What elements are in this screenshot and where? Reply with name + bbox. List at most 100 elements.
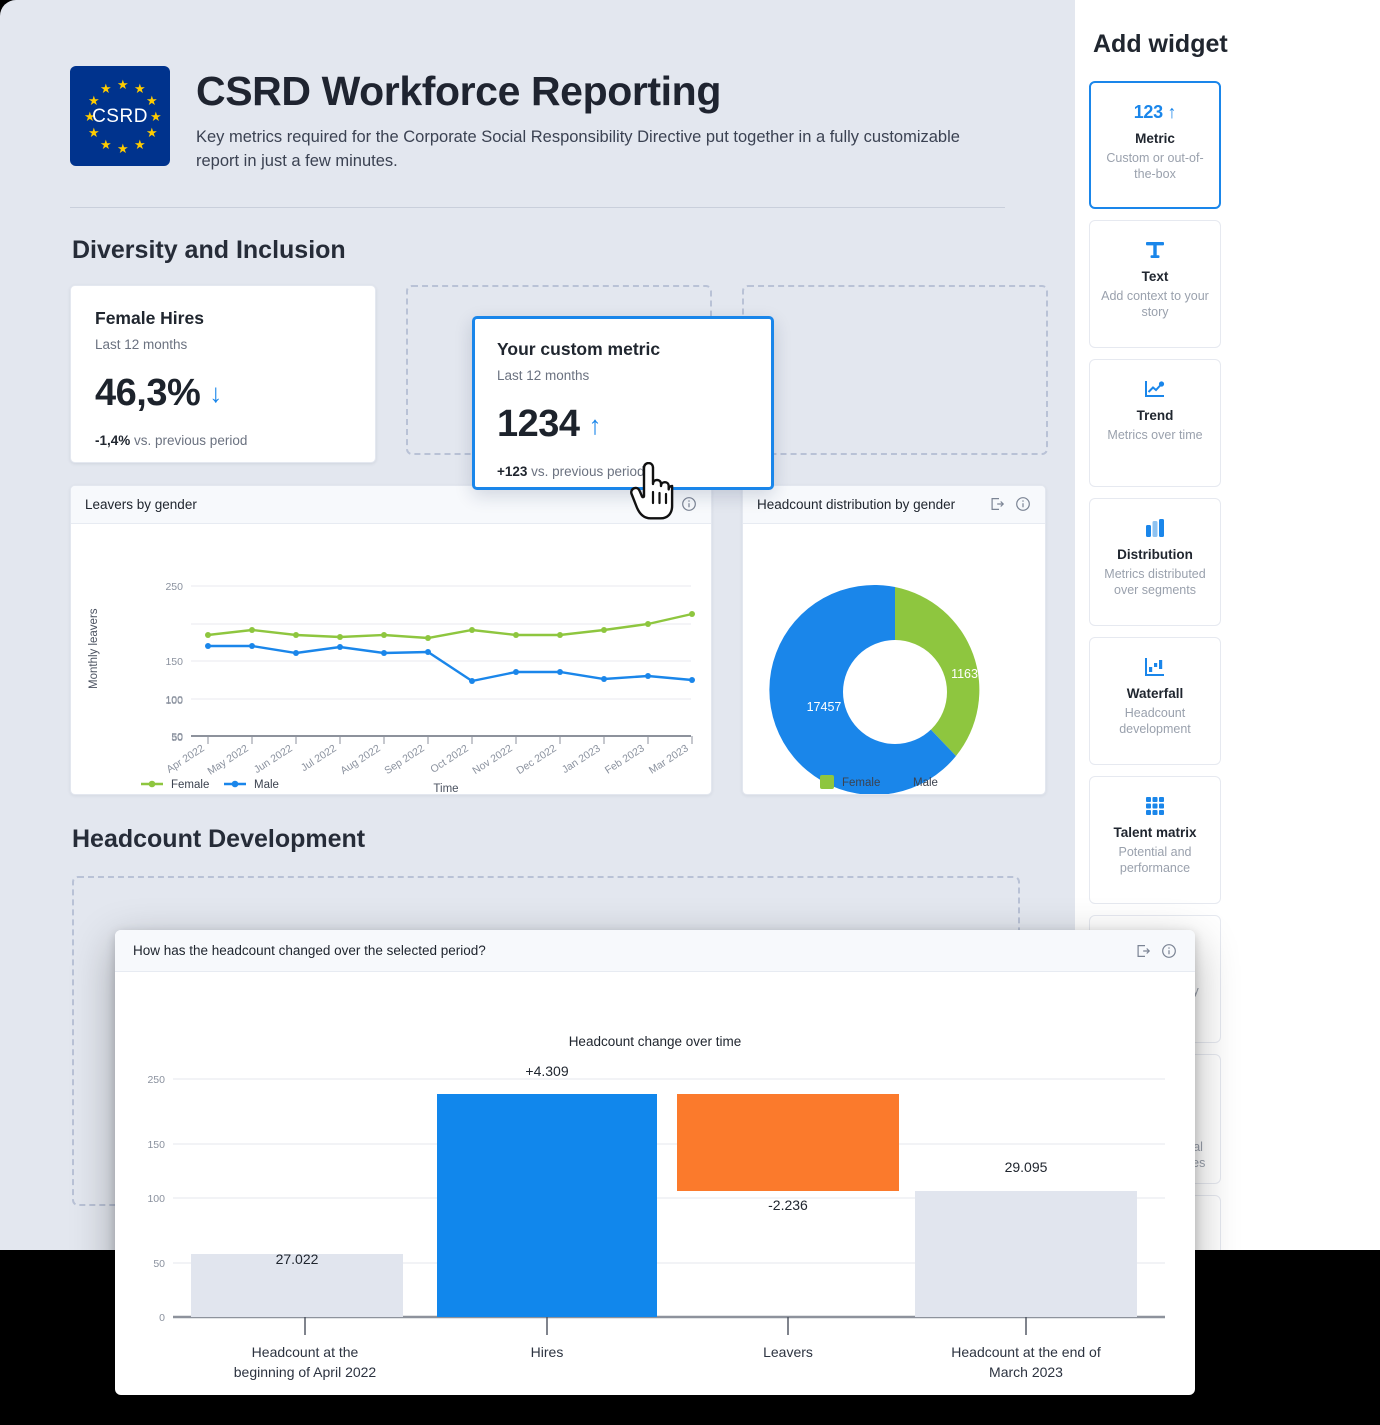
info-icon[interactable]	[681, 496, 697, 512]
metric-value: 1234	[497, 403, 580, 446]
svg-text:0: 0	[177, 731, 183, 743]
leavers-line-chart: 250 150 100 50 50 x y 200 100	[71, 524, 712, 795]
metric-delta: -1,4% vs. previous period	[95, 433, 351, 448]
chart-legend: Female Male	[141, 779, 279, 791]
title-block: CSRD Workforce Reporting Key metrics req…	[196, 66, 986, 173]
svg-text:0: 0	[159, 1312, 165, 1324]
chart-title: Headcount change over time	[569, 1034, 742, 1049]
eu-star: ★	[134, 138, 146, 151]
widget-title: Leavers by gender	[85, 497, 681, 512]
widget-tile-desc: Custom or out-of-the-box	[1101, 151, 1209, 182]
widget-tile-text[interactable]: Text Add context to your story	[1089, 220, 1221, 348]
widget-tile-distribution[interactable]: Distribution Metrics distributed over se…	[1089, 498, 1221, 626]
distribution-bars-icon	[1143, 513, 1167, 543]
eu-star: ★	[100, 138, 112, 151]
svg-text:Male: Male	[913, 777, 938, 789]
talent-matrix-grid-icon	[1144, 791, 1166, 821]
svg-text:Sep 2022: Sep 2022	[382, 742, 426, 777]
eu-star: ★	[117, 78, 129, 91]
add-widget-heading: Add widget	[1093, 30, 1362, 59]
widget-drop-slot-2[interactable]	[742, 285, 1048, 455]
bar-hires	[437, 1094, 657, 1317]
text-t-icon	[1144, 235, 1166, 265]
svg-text:250: 250	[147, 1074, 165, 1086]
section-title-diversity: Diversity and Inclusion	[72, 236, 1075, 265]
metric-period: Last 12 months	[95, 337, 351, 352]
bar-end-headcount	[915, 1191, 1137, 1317]
metric-delta: +123 vs. previous period	[497, 464, 749, 479]
widget-tile-waterfall[interactable]: Waterfall Headcount development	[1089, 637, 1221, 765]
svg-text:Oct 2022: Oct 2022	[428, 742, 470, 775]
widget-tile-desc: Metrics distributed over segments	[1100, 567, 1210, 598]
logo-label: CSRD	[70, 106, 170, 128]
svg-text:50: 50	[153, 1258, 165, 1270]
widget-header-icons	[1135, 943, 1177, 959]
svg-text:100: 100	[165, 695, 183, 707]
widget-title: Headcount distribution by gender	[757, 497, 989, 512]
svg-text:Female: Female	[842, 777, 880, 789]
svg-text:Jun 2022: Jun 2022	[252, 742, 295, 776]
metric-title: Female Hires	[95, 308, 351, 329]
svg-text:Mar 2023: Mar 2023	[647, 742, 691, 776]
widget-header: How has the headcount changed over the s…	[115, 930, 1195, 972]
svg-text:Time: Time	[433, 783, 458, 795]
donut-value-male: 17457	[807, 700, 842, 714]
svg-text:Male: Male	[254, 779, 279, 791]
widget-header: Leavers by gender	[71, 486, 711, 524]
metric-card-female-hires[interactable]: Female Hires Last 12 months 46,3% ↓ -1,4…	[70, 285, 376, 463]
arrow-up-icon: ↑	[589, 412, 602, 438]
widget-tile-name: Text	[1142, 269, 1169, 285]
eu-star: ★	[117, 142, 129, 155]
widget-header: Headcount distribution by gender	[743, 486, 1045, 524]
svg-text:March 2023: March 2023	[989, 1364, 1063, 1380]
widget-leavers-by-gender[interactable]: Leavers by gender	[70, 485, 712, 795]
page-subtitle: Key metrics required for the Corporate S…	[196, 126, 986, 173]
svg-text:Female: Female	[171, 779, 209, 791]
metric-value-row: 46,3% ↓	[95, 372, 351, 415]
trend-line-icon	[1143, 374, 1167, 404]
svg-text:Apr 2022: Apr 2022	[164, 742, 206, 775]
widget-tile-trend[interactable]: Trend Metrics over time	[1089, 359, 1221, 487]
charts-row: Leavers by gender	[70, 485, 1075, 795]
csrd-eu-logo: ★ ★ ★ ★ ★ ★ ★ ★ ★ ★ ★ ★ CSRD	[70, 66, 170, 166]
donut-value-female: 11638	[951, 667, 985, 681]
eu-star: ★	[100, 82, 112, 95]
metric-value: 46,3%	[95, 372, 200, 415]
header-divider	[70, 207, 1005, 208]
waterfall-icon	[1143, 652, 1167, 682]
widget-tile-talent-matrix[interactable]: Talent matrix Potential and performance	[1089, 776, 1221, 904]
svg-text:Jan 2023: Jan 2023	[560, 742, 603, 776]
svg-text:Aug 2022: Aug 2022	[338, 742, 382, 777]
export-icon[interactable]	[1135, 943, 1151, 959]
svg-text:100: 100	[147, 1193, 165, 1205]
svg-text:150: 150	[165, 656, 183, 668]
info-icon[interactable]	[1161, 943, 1177, 959]
export-icon[interactable]	[989, 496, 1005, 512]
widget-tile-name: Waterfall	[1127, 686, 1184, 702]
metric-period: Last 12 months	[497, 368, 749, 383]
report-header: ★ ★ ★ ★ ★ ★ ★ ★ ★ ★ ★ ★ CSRD CSRD Workfo…	[0, 0, 1075, 173]
metric-delta-suffix: vs. previous period	[130, 433, 247, 448]
arrow-down-icon: ↓	[209, 380, 222, 406]
svg-text:250: 250	[165, 581, 183, 593]
widget-tile-metric[interactable]: 123 ↑ Metric Custom or out-of-the-box	[1089, 81, 1221, 209]
bar-value-label: +4.309	[525, 1063, 568, 1079]
widget-tile-desc: Headcount development	[1100, 706, 1210, 737]
svg-text:Jul 2022: Jul 2022	[299, 742, 339, 774]
svg-text:Leavers: Leavers	[763, 1344, 813, 1360]
eu-star: ★	[134, 82, 146, 95]
x-axis-labels: Headcount at the beginning of April 2022…	[234, 1344, 1101, 1380]
screenshot-root: ★ ★ ★ ★ ★ ★ ★ ★ ★ ★ ★ ★ CSRD CSRD Workfo…	[0, 0, 1380, 1425]
svg-text:150: 150	[147, 1139, 165, 1151]
metric-title: Your custom metric	[497, 339, 749, 360]
widget-tile-desc: Metrics over time	[1107, 428, 1202, 444]
widget-tile-name: Trend	[1137, 408, 1174, 424]
widget-headcount-waterfall[interactable]: How has the headcount changed over the s…	[115, 930, 1195, 1395]
dragged-metric-card[interactable]: Your custom metric Last 12 months 1234 ↑…	[472, 316, 774, 490]
metric-delta-suffix: vs. previous period	[527, 464, 644, 479]
metric-delta-value: +123	[497, 464, 527, 479]
metric-123-icon: 123 ↑	[1134, 97, 1177, 127]
widget-headcount-distribution[interactable]: Headcount distribution by gender	[742, 485, 1046, 795]
svg-text:Nov 2022: Nov 2022	[470, 742, 514, 777]
info-icon[interactable]	[1015, 496, 1031, 512]
